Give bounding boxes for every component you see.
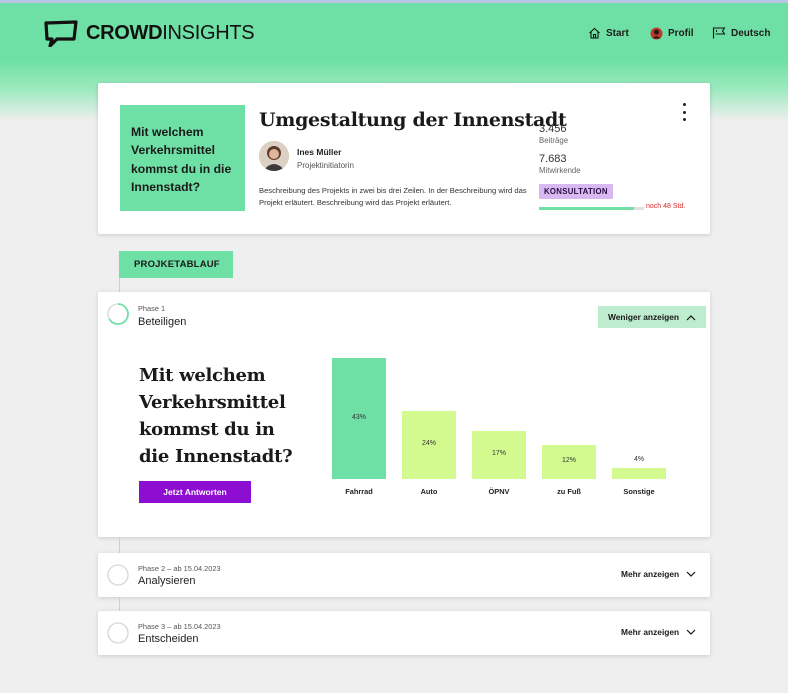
- brand-logo[interactable]: CROWDINSIGHTS: [44, 19, 255, 47]
- timeline-connector: [119, 597, 120, 611]
- phase-3-card: Phase 3 – ab 15.04.2023 Entscheiden Mehr…: [98, 611, 710, 655]
- timeline-tab[interactable]: PROJKETABLAUF: [119, 251, 233, 278]
- initiator-avatar: [259, 141, 289, 171]
- poll-results-chart: 43% Fahrrad 24% Auto 17% ÖPNV 12% zu Fuß 4% Sonst…: [326, 356, 706, 521]
- answer-now-button[interactable]: Jetzt Antworten: [139, 481, 251, 503]
- poll-question: Mit welchem Verkehrsmittel kommst du in …: [139, 365, 293, 467]
- phase-2-progress-icon: [107, 564, 129, 586]
- show-more-label: Mehr anzeigen: [621, 627, 680, 637]
- participants-label: Mitwirkende: [539, 166, 581, 175]
- contributions-label: Beiträge: [539, 136, 569, 145]
- chart-data-label: 17%: [491, 450, 506, 458]
- chart-data-label: 43%: [351, 413, 366, 421]
- flag-icon: [712, 27, 726, 39]
- phase-3-date: Phase 3 – ab 15.04.2023: [138, 622, 221, 631]
- time-progress-bar: [539, 207, 644, 210]
- project-title[interactable]: Umgestaltung der Innenstadt: [259, 109, 567, 131]
- chevron-down-icon: [686, 629, 696, 635]
- nav-profile-label: Profil: [668, 28, 694, 39]
- nav-start-link[interactable]: Start: [588, 27, 629, 39]
- brand-name: CROWDINSIGHTS: [86, 21, 255, 44]
- project-question-box[interactable]: Mit welchem Verkehrsmittel kommst du in …: [120, 105, 245, 211]
- timeline-connector: [119, 537, 120, 553]
- show-less-label: Weniger anzeigen: [608, 312, 680, 322]
- profile-avatar-icon: [650, 27, 663, 40]
- project-card: Mit welchem Verkehrsmittel kommst du in …: [98, 83, 710, 234]
- phase-3-progress-icon: [107, 622, 129, 644]
- show-less-button[interactable]: Weniger anzeigen: [598, 306, 707, 328]
- nav-profile-link[interactable]: Profil: [650, 27, 694, 40]
- timeline-connector: [119, 278, 120, 292]
- chart-data-label: 24%: [421, 440, 436, 448]
- phase-1-card: Phase 1 Beteiligen Weniger anzeigen Mit …: [98, 292, 710, 537]
- more-options-icon[interactable]: [678, 103, 690, 121]
- participants-count: 7.683: [539, 153, 567, 165]
- chart-category-label: Fahrrad: [345, 487, 373, 496]
- initiator-role: Projektinitiatorin: [297, 161, 354, 170]
- phase-2-date: Phase 2 – ab 15.04.2023: [138, 564, 221, 573]
- show-more-button-phase-3[interactable]: Mehr anzeigen: [621, 627, 696, 637]
- project-description: Beschreibung des Projekts in zwei bis dr…: [259, 186, 527, 208]
- chart-data-label: 4%: [633, 455, 645, 463]
- status-badge: KONSULTATION: [539, 184, 613, 199]
- remaining-time: noch 48 Std.: [646, 203, 686, 210]
- show-more-button-phase-2[interactable]: Mehr anzeigen: [621, 569, 696, 579]
- phase-3-name[interactable]: Entscheiden: [138, 633, 199, 645]
- chart-category-label: Sonstige: [623, 487, 655, 496]
- phase-2-name[interactable]: Analysieren: [138, 575, 195, 587]
- chart-category-label: zu Fuß: [557, 487, 581, 496]
- speech-bubble-logo-icon: [44, 20, 78, 47]
- chart-bar: [612, 467, 666, 479]
- show-more-label: Mehr anzeigen: [621, 569, 680, 579]
- nav-language-label: Deutsch: [731, 27, 771, 39]
- chevron-up-icon: [686, 314, 696, 320]
- chevron-down-icon: [686, 571, 696, 577]
- initiator-name: Ines Müller: [297, 147, 342, 157]
- chart-data-label: 12%: [561, 457, 576, 465]
- contributions-count: 3.456: [539, 123, 567, 135]
- phase-1-progress-icon: [107, 303, 129, 325]
- chart-category-label: ÖPNV: [488, 487, 510, 496]
- phase-1-name[interactable]: Beteiligen: [138, 316, 186, 328]
- nav-start-label: Start: [606, 27, 629, 39]
- nav-language-link[interactable]: Deutsch: [712, 27, 770, 39]
- chart-category-label: Auto: [420, 487, 438, 496]
- home-icon: [589, 27, 600, 39]
- time-progress-fill: [539, 207, 634, 210]
- phase-1-date: Phase 1: [138, 304, 166, 313]
- phase-2-card: Phase 2 – ab 15.04.2023 Analysieren Mehr…: [98, 553, 710, 597]
